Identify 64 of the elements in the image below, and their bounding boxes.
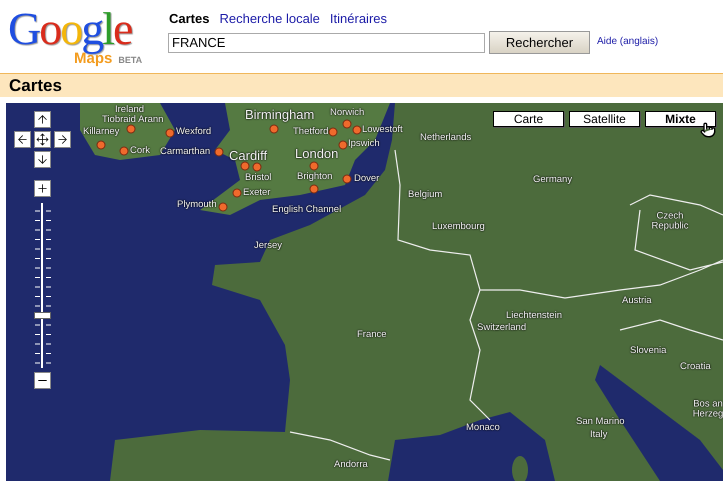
place-label: Croatia [680,362,711,372]
place-label: Austria [622,296,652,306]
map-type-button[interactable]: Satellite [569,111,640,127]
hand-cursor-icon [700,122,716,138]
map-type-button[interactable]: Carte [493,111,564,127]
place-label: Carmarthan [160,146,210,158]
help-link[interactable]: Aide (anglais) [597,36,658,47]
arrow-down-icon [36,153,49,166]
zoom-out-button[interactable] [34,372,51,389]
place-label: Wexford [176,126,212,138]
place-label: Cardiff [229,148,268,164]
place-label: San Marino [576,416,625,428]
place-label: Italy [590,430,608,440]
place-label: Brighton [297,172,332,182]
map-marker[interactable] [328,128,338,136]
place-label: Cork [130,146,150,156]
place-label: London [295,146,338,162]
place-label: Germany [533,174,572,186]
place-label: Bos an Herzeg [692,400,723,420]
place-label: Birmingham [245,108,314,122]
arrow-right-icon [56,133,69,146]
map-type-button[interactable]: Mixte [645,111,716,127]
place-label: Monaco [466,422,500,434]
place-label: Slovenia [630,346,666,356]
search-button[interactable]: Rechercher [489,31,590,54]
place-label: Killarney [83,126,120,138]
section-title: Cartes [8,76,62,96]
place-label: France [357,330,387,340]
place-label: English Channel [272,204,342,216]
nav-link[interactable]: Recherche locale [219,11,320,26]
place-label: Czech Republic [650,212,690,232]
place-label: Ipswich [348,138,380,150]
search-field[interactable]: FRANCE [168,32,485,52]
pan-up-button[interactable] [34,111,51,128]
map-marker[interactable] [240,162,250,170]
pan-left-button[interactable] [14,131,31,148]
recenter-button[interactable] [34,131,51,148]
place-label: Liechtenstein [506,310,562,322]
place-label: Switzerland [477,322,526,334]
place-label: Lowestoft [362,124,403,136]
place-label: Belgium [408,190,442,200]
place-label: Bristol [245,172,272,184]
pan-down-button[interactable] [34,151,51,168]
zoom-in-button[interactable] [34,180,51,197]
pan-right-button[interactable] [54,131,71,148]
place-label: Andorra [334,460,368,470]
place-label: Thetford [293,126,328,138]
place-label: Netherlands [420,132,472,144]
zoom-slider-thumb[interactable] [34,312,51,320]
place-label: Luxembourg [432,222,485,232]
place-label: Tiobraid Arann [102,114,164,126]
nav-link[interactable]: Cartes [169,11,210,26]
place-label: Dover [354,174,380,184]
place-label: Plymouth [177,200,217,210]
beta-label: BETA [118,55,142,65]
nav-link[interactable]: Itinéraires [330,11,387,26]
arrow-left-icon [16,133,29,146]
place-label: Jersey [254,240,282,252]
place-label: Norwich [330,108,364,118]
plus-icon [36,182,49,195]
four-arrows-icon [36,133,49,146]
place-label: Exeter [243,188,270,198]
arrow-up-icon [36,113,49,126]
place-label: Ireland [115,104,144,115]
